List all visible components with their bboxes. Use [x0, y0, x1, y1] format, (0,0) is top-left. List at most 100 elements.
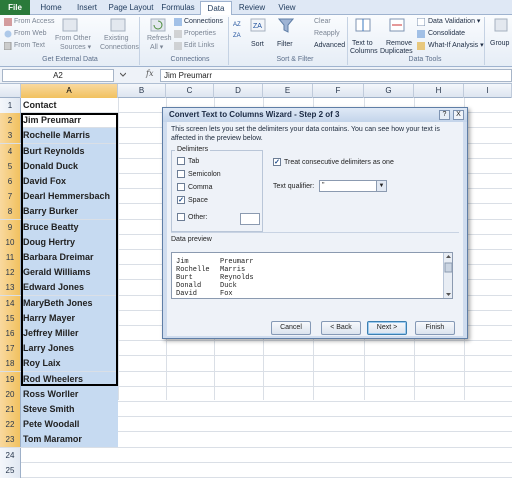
- row-header[interactable]: 6: [0, 174, 21, 189]
- cell-a[interactable]: Larry Jones: [21, 341, 118, 357]
- next-button[interactable]: Next >: [367, 321, 407, 335]
- row-header[interactable]: 5: [0, 158, 21, 174]
- clear-button[interactable]: Clear: [314, 17, 331, 26]
- group-button[interactable]: Group: [490, 39, 509, 48]
- delimiter-tab[interactable]: Tab: [177, 157, 199, 168]
- delimiter-other[interactable]: Other:: [177, 213, 207, 224]
- other-checkbox[interactable]: [177, 213, 185, 222]
- text-qualifier-select[interactable]: " ▼: [319, 180, 387, 192]
- column-header[interactable]: I: [464, 84, 512, 98]
- cell-a[interactable]: Barbara Dreimar: [21, 250, 118, 265]
- tab-insert[interactable]: Insert: [70, 1, 104, 15]
- cell-a[interactable]: Bruce Beatty: [21, 219, 118, 235]
- row-header[interactable]: 25: [0, 462, 21, 478]
- column-header[interactable]: E: [263, 84, 313, 98]
- formula-input[interactable]: Jim Preumarr: [160, 69, 512, 82]
- cell-a[interactable]: Burt Reynolds: [21, 143, 118, 159]
- tab-page-layout[interactable]: Page Layout: [106, 1, 156, 15]
- tab-checkbox[interactable]: [177, 157, 185, 166]
- row-header[interactable]: 1: [0, 98, 21, 113]
- cell-a[interactable]: [21, 463, 118, 478]
- consolidate-button[interactable]: Consolidate: [428, 29, 465, 38]
- delimiter-comma[interactable]: Comma: [177, 183, 213, 194]
- semicolon-checkbox[interactable]: [177, 170, 185, 179]
- row-header[interactable]: 2: [0, 113, 21, 129]
- cell-a[interactable]: Barry Burker: [21, 204, 118, 220]
- cell-a[interactable]: [21, 448, 118, 463]
- from-web-button[interactable]: From Web: [14, 29, 47, 38]
- data-preview[interactable]: Jim Preumarr Rochelle Marris Burt Reynolds Don…: [171, 252, 453, 299]
- tab-file[interactable]: File: [0, 0, 30, 15]
- chevron-down-icon[interactable]: ▼: [376, 181, 386, 191]
- row-header[interactable]: 11: [0, 250, 21, 265]
- finish-button[interactable]: Finish: [415, 321, 455, 335]
- edit-links-button[interactable]: Edit Links: [184, 41, 214, 50]
- cell-a[interactable]: Donald Duck: [21, 158, 118, 174]
- column-header[interactable]: G: [364, 84, 414, 98]
- name-box[interactable]: A2: [2, 69, 114, 82]
- row-header[interactable]: 10: [0, 234, 21, 250]
- row-header[interactable]: 12: [0, 265, 21, 281]
- column-header[interactable]: B: [118, 84, 166, 98]
- row-header[interactable]: 19: [0, 371, 21, 387]
- preview-scrollbar[interactable]: [443, 253, 452, 298]
- column-header[interactable]: D: [214, 84, 263, 98]
- cell-a[interactable]: Jeffrey Miller: [21, 326, 118, 341]
- advanced-button[interactable]: Advanced: [314, 41, 345, 50]
- column-header[interactable]: F: [313, 84, 364, 98]
- column-header[interactable]: A: [21, 84, 118, 98]
- cell-a[interactable]: Edward Jones: [21, 280, 118, 296]
- tab-home[interactable]: Home: [34, 1, 68, 15]
- comma-checkbox[interactable]: [177, 183, 185, 192]
- treat-consecutive-option[interactable]: ✓ Treat consecutive delimiters as one: [273, 158, 394, 168]
- delimiter-space[interactable]: ✓ Space: [177, 196, 208, 207]
- row-header[interactable]: 17: [0, 341, 21, 357]
- from-text-button[interactable]: From Text: [14, 41, 45, 50]
- cell-a[interactable]: Tom Maramor: [21, 432, 118, 448]
- chevron-down-icon[interactable]: [120, 72, 126, 78]
- select-all-corner[interactable]: [0, 84, 21, 98]
- space-checkbox[interactable]: ✓: [177, 196, 185, 205]
- row-header[interactable]: 18: [0, 356, 21, 372]
- sort-button[interactable]: Sort: [251, 40, 264, 49]
- cell-a[interactable]: Contact: [21, 98, 118, 113]
- row-header[interactable]: 4: [0, 143, 21, 159]
- connections-button[interactable]: Connections: [184, 17, 223, 26]
- cell-a[interactable]: Rod Wheelers: [21, 371, 118, 387]
- help-button[interactable]: ?: [439, 110, 450, 120]
- refresh-all-button[interactable]: Refresh: [147, 34, 172, 43]
- row-header[interactable]: 23: [0, 432, 21, 448]
- reapply-button[interactable]: Reapply: [314, 29, 340, 38]
- cell-a[interactable]: Gerald Williams: [21, 265, 118, 281]
- tab-formulas[interactable]: Formulas: [158, 1, 198, 15]
- cell-a[interactable]: Harry Mayer: [21, 310, 118, 326]
- insert-function-button[interactable]: fx: [146, 69, 153, 78]
- row-header[interactable]: 16: [0, 326, 21, 341]
- what-if-analysis-button[interactable]: What-If Analysis ▾: [428, 41, 484, 50]
- cell-a[interactable]: Pete Woodall: [21, 417, 118, 433]
- row-header[interactable]: 14: [0, 295, 21, 311]
- row-header[interactable]: 7: [0, 189, 21, 205]
- cell-a[interactable]: Jim Preumarr: [21, 113, 118, 128]
- column-header[interactable]: C: [166, 84, 214, 98]
- back-button[interactable]: < Back: [321, 321, 361, 335]
- row-header[interactable]: 15: [0, 310, 21, 326]
- row-header[interactable]: 13: [0, 280, 21, 296]
- cell-a[interactable]: MaryBeth Jones: [21, 295, 118, 311]
- tab-view[interactable]: View: [272, 1, 302, 15]
- data-validation-button[interactable]: Data Validation ▾: [428, 17, 480, 26]
- cancel-button[interactable]: Cancel: [271, 321, 311, 335]
- cell-a[interactable]: Dearl Hemmersbach: [21, 189, 118, 205]
- row-header[interactable]: 24: [0, 447, 21, 463]
- treat-consecutive-checkbox[interactable]: ✓: [273, 158, 281, 167]
- properties-button[interactable]: Properties: [184, 29, 216, 38]
- row-header[interactable]: 3: [0, 128, 21, 144]
- row-header[interactable]: 21: [0, 402, 21, 417]
- row-header[interactable]: 9: [0, 219, 21, 235]
- from-other-sources-button[interactable]: From Other: [55, 34, 91, 43]
- row-header[interactable]: 22: [0, 417, 21, 433]
- close-button[interactable]: X: [453, 110, 464, 120]
- row-header[interactable]: 8: [0, 204, 21, 220]
- cell-a[interactable]: Doug Hertry: [21, 234, 118, 250]
- cell-a[interactable]: Rochelle Marris: [21, 128, 118, 144]
